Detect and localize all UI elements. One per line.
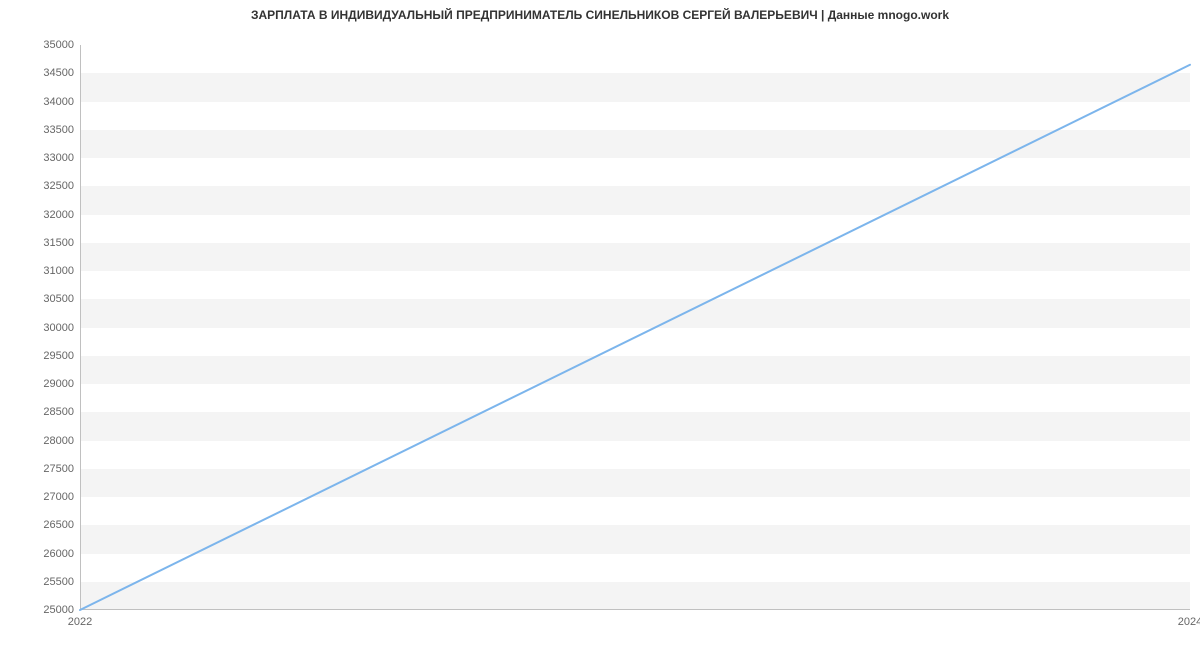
salary-line — [80, 65, 1190, 610]
y-tick-label: 26000 — [43, 548, 74, 560]
y-tick-label: 34500 — [43, 67, 74, 79]
x-tick-label: 2024 — [1178, 616, 1200, 628]
chart-title: ЗАРПЛАТА В ИНДИВИДУАЛЬНЫЙ ПРЕДПРИНИМАТЕЛ… — [0, 8, 1200, 22]
y-tick-label: 33500 — [43, 124, 74, 136]
y-tick-label: 30500 — [43, 293, 74, 305]
salary-line-chart: ЗАРПЛАТА В ИНДИВИДУАЛЬНЫЙ ПРЕДПРИНИМАТЕЛ… — [0, 0, 1200, 650]
y-tick-label: 33000 — [43, 152, 74, 164]
y-tick-label: 29000 — [43, 378, 74, 390]
y-tick-label: 25500 — [43, 576, 74, 588]
y-tick-label: 31500 — [43, 237, 74, 249]
y-tick-label: 31000 — [43, 265, 74, 277]
y-tick-label: 32500 — [43, 180, 74, 192]
y-tick-label: 28000 — [43, 435, 74, 447]
y-tick-label: 32000 — [43, 209, 74, 221]
y-tick-label: 26500 — [43, 519, 74, 531]
y-tick-label: 30000 — [43, 322, 74, 334]
x-tick-label: 2022 — [68, 616, 92, 628]
y-tick-label: 27500 — [43, 463, 74, 475]
y-tick-label: 34000 — [43, 96, 74, 108]
y-tick-label: 27000 — [43, 491, 74, 503]
line-series-layer — [80, 45, 1190, 610]
y-tick-label: 25000 — [43, 604, 74, 616]
y-tick-label: 35000 — [43, 39, 74, 51]
plot-area: 2500025500260002650027000275002800028500… — [80, 45, 1190, 610]
y-tick-label: 28500 — [43, 406, 74, 418]
y-tick-label: 29500 — [43, 350, 74, 362]
